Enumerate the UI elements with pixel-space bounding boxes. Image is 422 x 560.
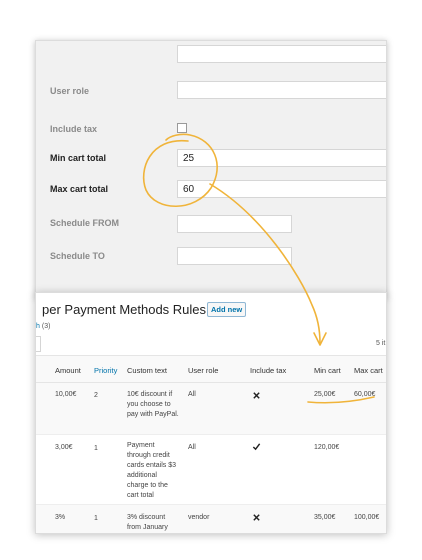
- user-role-cell: All: [188, 391, 196, 398]
- include-tax-checkbox[interactable]: [177, 123, 187, 133]
- include-tax-label: Include tax: [50, 124, 98, 134]
- priority-cell: 1: [94, 445, 98, 452]
- amount-cell: 3,00€: [55, 444, 73, 451]
- filter-all-link[interactable]: h (3): [36, 323, 50, 330]
- schedule-to-label: Schedule TO: [50, 251, 105, 261]
- max-cart-cell: 60,00€: [354, 391, 376, 398]
- schedule-from-input[interactable]: [177, 215, 292, 233]
- min-cart-cell: 25,00€: [314, 391, 336, 398]
- column-priority[interactable]: Priority: [94, 366, 117, 375]
- user-role-input[interactable]: [177, 81, 386, 99]
- amount-cell: 3%: [55, 514, 66, 521]
- table-row[interactable]: 3% 1 3% discount from January vendor 35,…: [36, 505, 386, 533]
- rules-list-panel: per Payment Methods Rules Add new h (3) …: [35, 292, 387, 534]
- page-title: per Payment Methods Rules: [42, 302, 207, 317]
- table-row[interactable]: 3,00€ 1 Payment through credit cards ent…: [36, 435, 386, 505]
- filter-count: (3): [41, 323, 51, 330]
- table-header: Amount Priority Custom text User role In…: [36, 355, 386, 383]
- x-icon: [253, 392, 260, 399]
- max-cart-total-input[interactable]: 60: [177, 180, 386, 198]
- column-max-cart[interactable]: Max cart: [354, 366, 383, 375]
- custom-text-cell: 10€ discount if you choose to pay with P…: [127, 391, 179, 418]
- top-partial-input[interactable]: [177, 45, 386, 63]
- add-new-button[interactable]: Add new: [207, 302, 247, 317]
- max-cart-cell: 100,00€: [354, 514, 380, 521]
- filter-link-text[interactable]: h: [36, 323, 40, 330]
- table-row[interactable]: 10,00€ 2 10€ discount if you choose to p…: [36, 383, 386, 435]
- x-icon: [253, 514, 260, 521]
- column-include-tax[interactable]: Include tax: [250, 366, 286, 375]
- min-cart-total-input[interactable]: 25: [177, 149, 386, 167]
- user-role-cell: All: [188, 444, 196, 451]
- min-cart-total-label: Min cart total: [50, 153, 107, 163]
- items-count: 5 it: [376, 340, 386, 347]
- amount-cell: 10,00€: [55, 391, 77, 398]
- min-cart-cell: 120,00€: [314, 444, 340, 451]
- column-user-role[interactable]: User role: [188, 366, 218, 375]
- priority-cell: 1: [94, 515, 98, 522]
- bulk-actions-select[interactable]: [36, 336, 41, 352]
- min-cart-cell: 35,00€: [314, 514, 336, 521]
- column-custom-text[interactable]: Custom text: [127, 366, 167, 375]
- schedule-to-input[interactable]: [177, 247, 292, 265]
- custom-text-cell: 3% discount from January: [127, 514, 168, 531]
- custom-text-cell: Payment through credit cards entails $3 …: [127, 442, 177, 499]
- user-role-label: User role: [50, 86, 90, 96]
- priority-cell: 2: [94, 392, 98, 399]
- column-min-cart[interactable]: Min cart: [314, 366, 341, 375]
- user-role-cell: vendor: [188, 514, 210, 521]
- rule-settings-panel: User role Include tax Min cart total 25 …: [35, 40, 387, 298]
- schedule-from-label: Schedule FROM: [50, 218, 120, 228]
- max-cart-total-label: Max cart total: [50, 184, 109, 194]
- check-icon: [252, 443, 261, 451]
- column-amount[interactable]: Amount: [55, 366, 81, 375]
